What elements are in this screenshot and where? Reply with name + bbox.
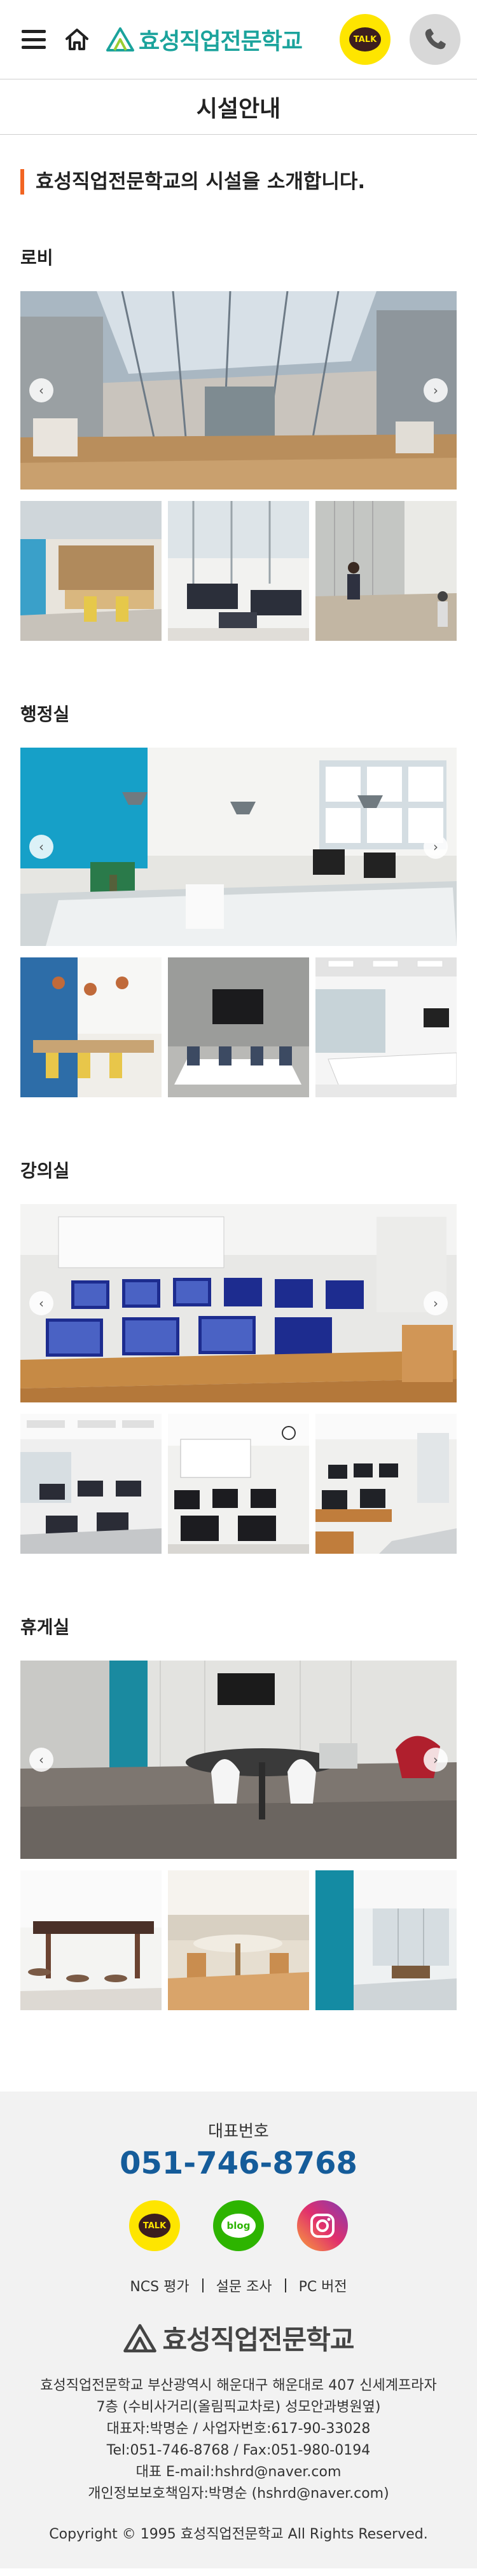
thumbnail-row bbox=[20, 501, 457, 641]
survey-link[interactable]: 설문 조사 bbox=[216, 2275, 272, 2296]
kakaotalk-footer-button[interactable]: TALK bbox=[129, 2200, 180, 2251]
info-line: Tel:051-746-8768 / Fax:051-980-0194 bbox=[106, 2442, 371, 2458]
info-line: 7층 (수비사거리(올림픽교차로) 성모안과병원옆) bbox=[96, 2399, 381, 2415]
thumbnail[interactable] bbox=[20, 957, 162, 1097]
instagram-button[interactable] bbox=[297, 2200, 348, 2251]
info-line: 대표자:박명순 / 사업자번호:617-90-33028 bbox=[106, 2421, 371, 2437]
thumbnail[interactable] bbox=[315, 1414, 457, 1554]
footer-logo: 효성직업전문학교 bbox=[0, 2319, 477, 2357]
logo-mark-icon bbox=[106, 27, 134, 51]
chevron-left-icon[interactable]: ‹ bbox=[29, 1748, 53, 1772]
page-title: 시설안내 bbox=[196, 96, 281, 122]
thumbnail[interactable] bbox=[168, 957, 309, 1097]
chevron-left-icon[interactable]: ‹ bbox=[29, 835, 53, 859]
logo-mark-icon bbox=[123, 2324, 157, 2352]
info-line: 개인정보보호책임자:박명순 (hshrd@naver.com) bbox=[88, 2486, 389, 2502]
site-header: 효성직업전문학교 TALK bbox=[0, 0, 477, 79]
footer-links: NCS 평가 설문 조사 PC 버전 bbox=[0, 2275, 477, 2296]
blog-icon: blog bbox=[221, 2214, 256, 2238]
admin-office-photo bbox=[20, 748, 457, 946]
thumbnail[interactable] bbox=[20, 501, 162, 641]
classroom-photo bbox=[20, 1204, 457, 1402]
site-footer: 대표번호 051-746-8768 TALK blog NCS 평가 설문 조사… bbox=[0, 2092, 477, 2568]
thumbnail-row bbox=[20, 1414, 457, 1554]
thumbnail[interactable] bbox=[20, 1870, 162, 2010]
chevron-right-icon[interactable]: › bbox=[424, 378, 448, 402]
lounge-photo bbox=[20, 1661, 457, 1859]
chevron-right-icon[interactable]: › bbox=[424, 835, 448, 859]
thumbnail[interactable] bbox=[20, 1414, 162, 1554]
facility-main-photo[interactable]: ‹ › bbox=[20, 291, 457, 490]
thumbnail[interactable] bbox=[315, 501, 457, 641]
pc-version-link[interactable]: PC 버전 bbox=[299, 2275, 347, 2296]
thumbnail[interactable] bbox=[168, 1414, 309, 1554]
section-title: 행정실 bbox=[20, 704, 70, 725]
kakaotalk-icon: TALK bbox=[349, 27, 381, 51]
facility-section-lobby: 로비 ‹ › bbox=[20, 244, 457, 641]
divider bbox=[284, 2278, 286, 2292]
facility-section-admin-office: 행정실 ‹ › bbox=[20, 701, 457, 1097]
facility-main-photo[interactable]: ‹ › bbox=[20, 1661, 457, 1859]
logo-text: 효성직업전문학교 bbox=[139, 29, 303, 55]
lobby-photo bbox=[20, 291, 457, 490]
kakaotalk-icon: TALK bbox=[139, 2214, 170, 2238]
ncs-link[interactable]: NCS 평가 bbox=[130, 2275, 189, 2296]
info-line: 대표 E-mail:hshrd@naver.com bbox=[135, 2464, 342, 2480]
footer-logo-text: 효성직업전문학교 bbox=[162, 2324, 354, 2355]
intro-heading: 효성직업전문학교의 시설을 소개합니다. bbox=[20, 169, 457, 195]
kakaotalk-button[interactable]: TALK bbox=[340, 14, 391, 65]
menu-icon[interactable] bbox=[22, 30, 46, 49]
facility-main-photo[interactable]: ‹ › bbox=[20, 748, 457, 946]
facility-section-classroom: 강의실 ‹ › bbox=[20, 1157, 457, 1554]
thumbnail-row bbox=[20, 957, 457, 1097]
facility-section-lounge: 휴게실 ‹ › bbox=[20, 1613, 457, 2010]
chevron-right-icon[interactable]: › bbox=[424, 1748, 448, 1772]
section-title: 강의실 bbox=[20, 1160, 70, 1181]
thumbnail-row bbox=[20, 1870, 457, 2010]
section-title: 로비 bbox=[20, 247, 53, 268]
blog-button[interactable]: blog bbox=[213, 2200, 264, 2251]
company-info: 효성직업전문학교 부산광역시 해운대구 해운대로 407 신세계프라자 7층 (… bbox=[0, 2375, 477, 2505]
thumbnail[interactable] bbox=[315, 957, 457, 1097]
copyright: Copyright © 1995 효성직업전문학교 All Rights Res… bbox=[49, 2526, 428, 2542]
thumbnail[interactable] bbox=[315, 1870, 457, 2010]
page-title-bar: 시설안내 bbox=[0, 79, 477, 135]
phone-icon bbox=[425, 29, 446, 50]
instagram-icon bbox=[310, 2214, 335, 2238]
thumbnail[interactable] bbox=[168, 501, 309, 641]
rep-phone-number[interactable]: 051-746-8768 bbox=[0, 2146, 477, 2181]
divider bbox=[202, 2278, 204, 2292]
rep-phone-label: 대표번호 bbox=[208, 2122, 269, 2141]
site-logo[interactable]: 효성직업전문학교 bbox=[106, 23, 303, 56]
section-title: 휴게실 bbox=[20, 1617, 70, 1638]
chevron-left-icon[interactable]: ‹ bbox=[29, 1291, 53, 1315]
chevron-left-icon[interactable]: ‹ bbox=[29, 378, 53, 402]
info-line: 효성직업전문학교 부산광역시 해운대구 해운대로 407 신세계프라자 bbox=[40, 2378, 437, 2394]
social-links: TALK blog bbox=[0, 2200, 477, 2251]
chevron-right-icon[interactable]: › bbox=[424, 1291, 448, 1315]
phone-button[interactable] bbox=[410, 14, 460, 65]
home-icon[interactable] bbox=[64, 26, 90, 53]
facility-main-photo[interactable]: ‹ › bbox=[20, 1204, 457, 1402]
thumbnail[interactable] bbox=[168, 1870, 309, 2010]
